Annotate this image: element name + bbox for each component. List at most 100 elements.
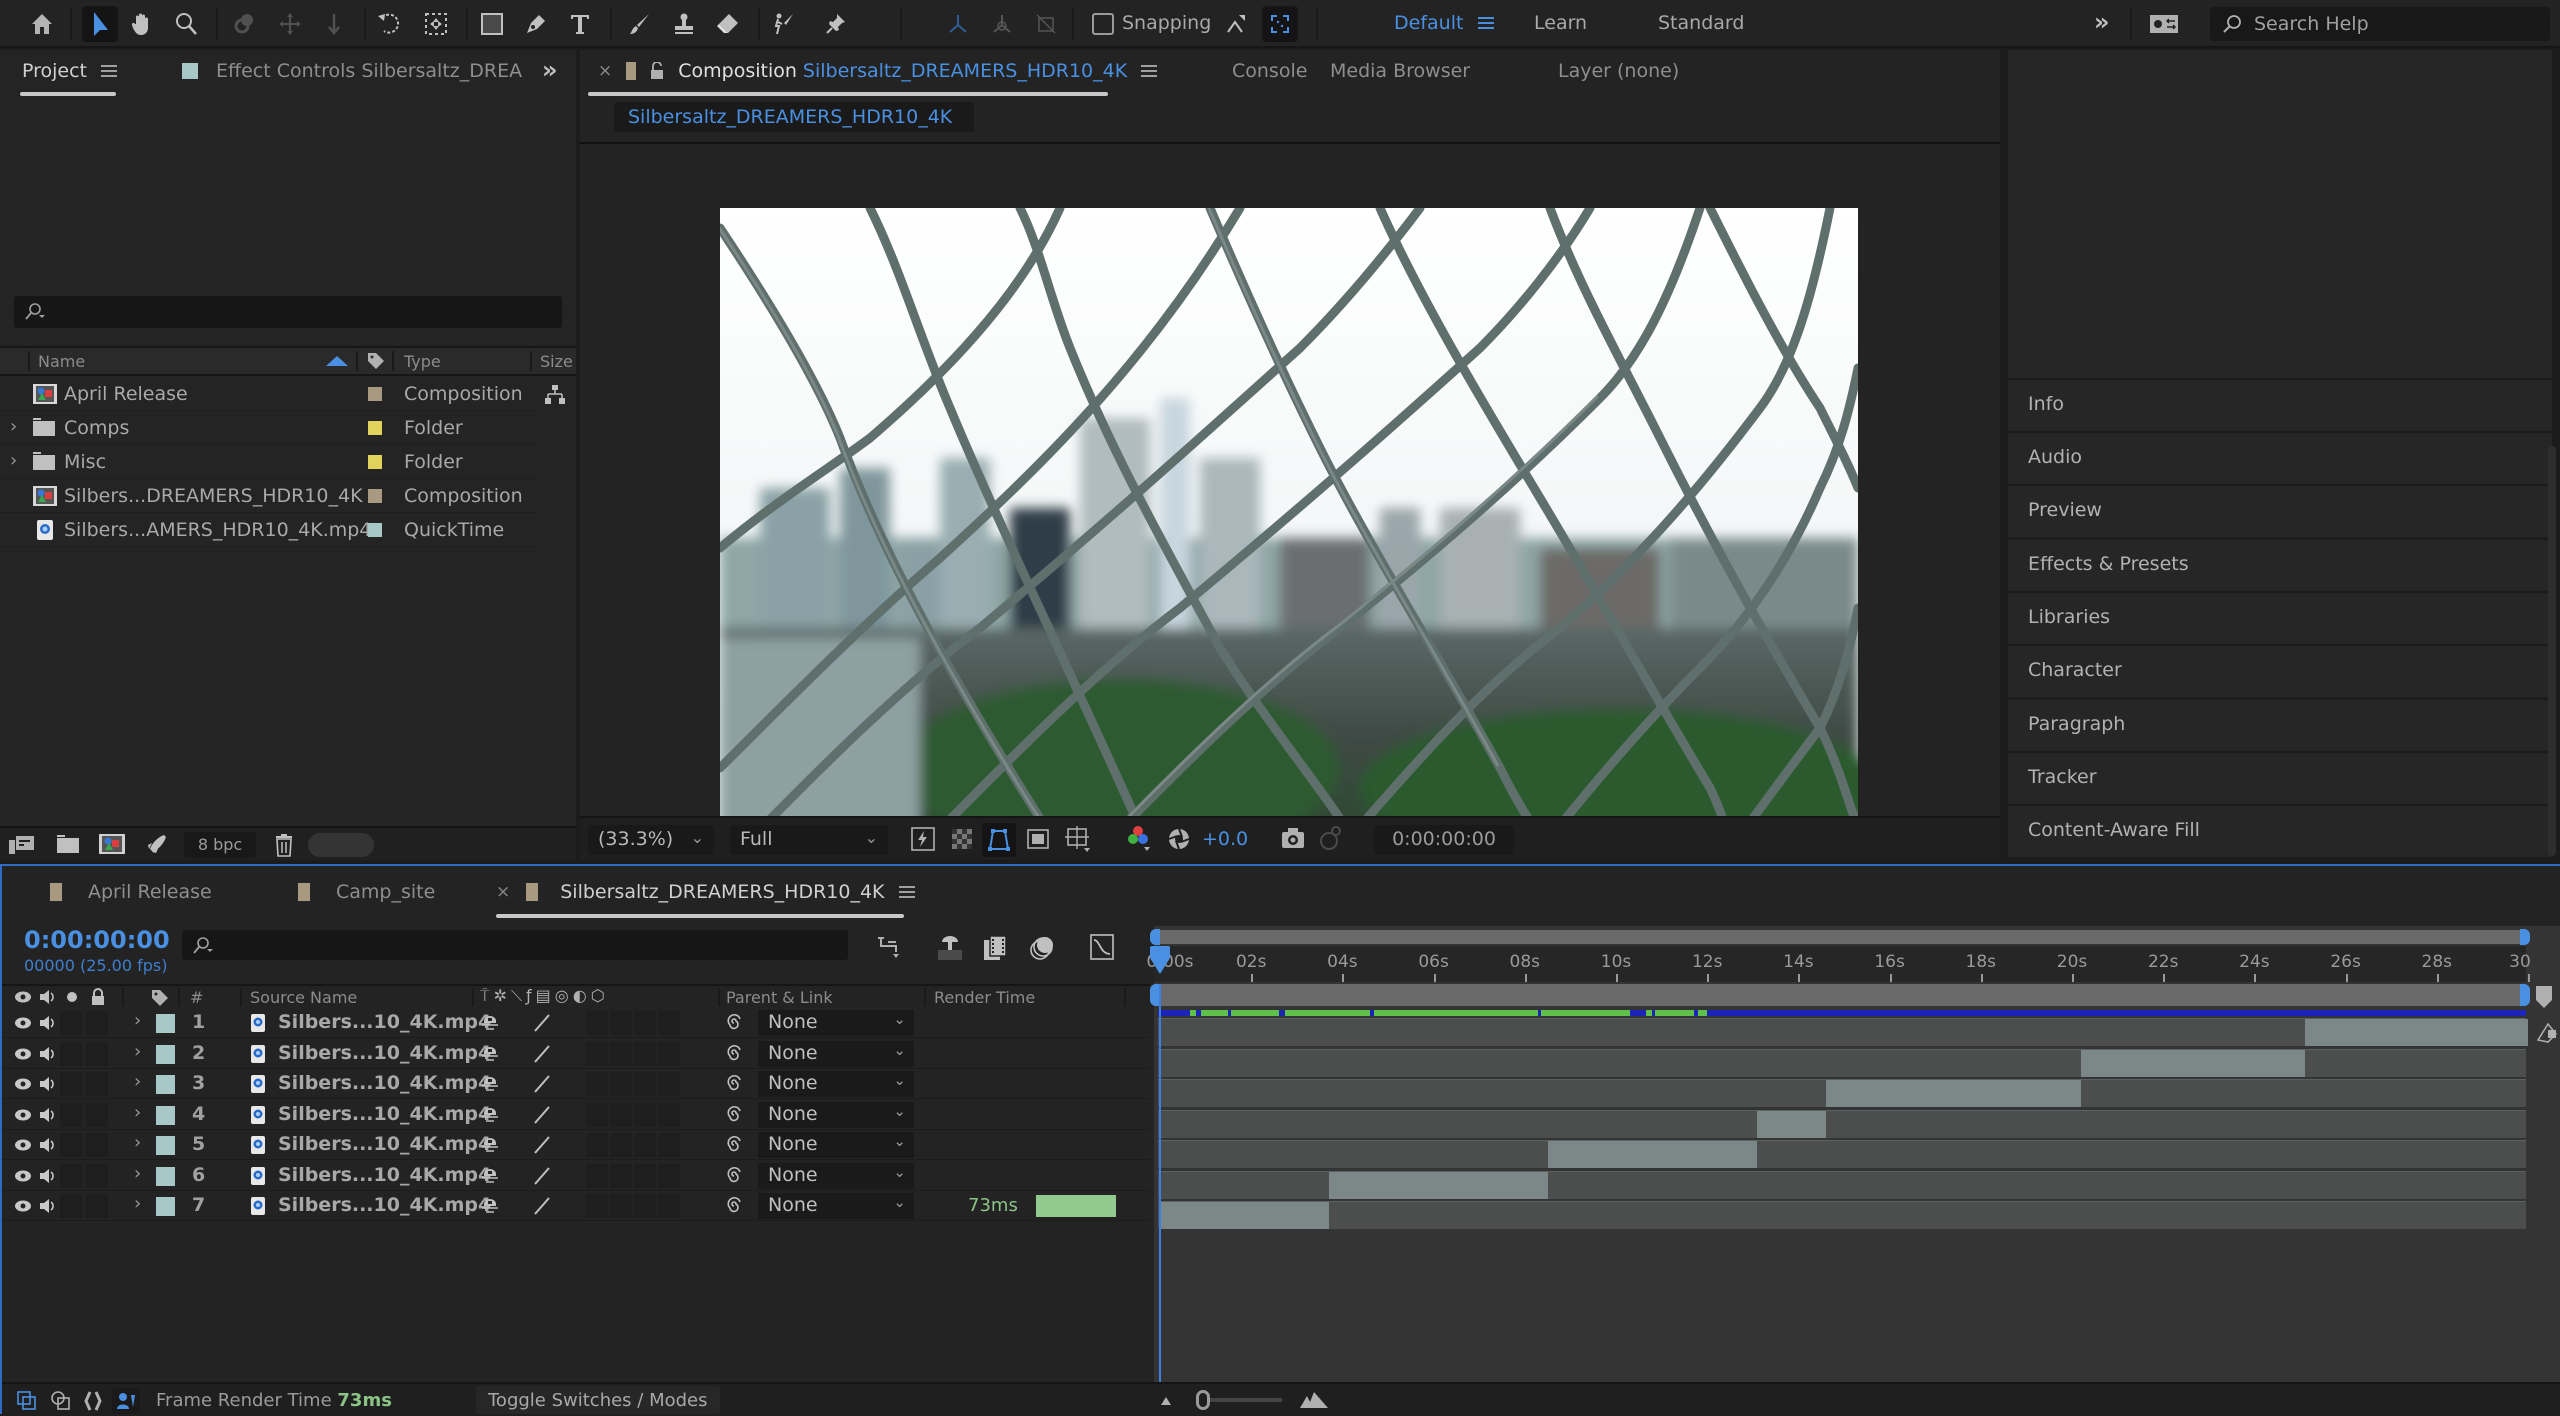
- audio-toggle-icon[interactable]: [38, 1045, 56, 1063]
- solo-toggle[interactable]: [60, 1194, 82, 1218]
- effect-switch[interactable]: [586, 1041, 608, 1066]
- timeline-search-input[interactable]: [182, 930, 848, 960]
- column-name[interactable]: Name: [38, 352, 85, 371]
- brush-tool-button[interactable]: [622, 6, 658, 42]
- layer-duration-bar[interactable]: [1825, 1080, 2082, 1107]
- work-area-start-handle[interactable]: [1150, 929, 1160, 945]
- layer-label-color[interactable]: [156, 1075, 175, 1094]
- layer-label-color[interactable]: [156, 1044, 175, 1064]
- region-of-interest-icon[interactable]: [1026, 827, 1050, 851]
- frame-blend-switch[interactable]: [610, 1133, 632, 1157]
- shy-layer-icon[interactable]: [480, 1105, 500, 1125]
- exposure-reset-icon[interactable]: [1166, 826, 1192, 852]
- mask-visibility-button[interactable]: [982, 823, 1016, 857]
- layer-source-name[interactable]: Silbers...10_4K.mp4: [278, 1194, 491, 1216]
- project-item[interactable]: › Comps Folder: [0, 412, 540, 445]
- panel-info[interactable]: Info: [2008, 380, 2552, 431]
- expand-chevron-icon[interactable]: ›: [10, 416, 17, 437]
- adjustment-layer-switch[interactable]: [658, 1072, 680, 1096]
- dolly-camera-button[interactable]: [316, 6, 352, 42]
- adjustment-layer-switch[interactable]: [658, 1194, 680, 1218]
- label-color-swatch[interactable]: [368, 387, 382, 401]
- timeline-zoom-slider[interactable]: [1198, 1398, 1282, 1402]
- lock-toggle[interactable]: [86, 1041, 108, 1066]
- column-size[interactable]: Size: [540, 352, 573, 371]
- quality-toggle-icon[interactable]: [532, 1013, 552, 1033]
- panel-menu-icon[interactable]: [101, 62, 118, 80]
- selection-tool-button[interactable]: [82, 6, 118, 42]
- parent-dropdown[interactable]: None ⌄: [758, 1132, 914, 1158]
- current-time-indicator-line[interactable]: [1159, 984, 1161, 1416]
- pan-camera-button[interactable]: [272, 6, 308, 42]
- fast-previews-icon[interactable]: [910, 826, 936, 852]
- time-navigator[interactable]: [1150, 984, 2530, 1006]
- lock-toggle[interactable]: [86, 1194, 108, 1218]
- adjustment-layer-switch[interactable]: [658, 1133, 680, 1157]
- quality-toggle-icon[interactable]: [532, 1044, 552, 1064]
- layer-row[interactable]: › 3 Silbers...10_4K.mp4 None ⌄: [2, 1069, 1150, 1099]
- snapping-checkbox[interactable]: [1092, 13, 1114, 35]
- lock-header-icon[interactable]: [90, 988, 106, 1006]
- video-visibility-icon[interactable]: [14, 1108, 32, 1122]
- motion-blur-switch[interactable]: [634, 1072, 656, 1096]
- audio-toggle-icon[interactable]: [38, 1167, 56, 1185]
- audio-toggle-icon[interactable]: [38, 1197, 56, 1215]
- workspace-menu-icon[interactable]: [1478, 14, 1494, 32]
- frame-blend-switch[interactable]: [610, 1041, 632, 1066]
- motion-blur-switch[interactable]: [634, 1133, 656, 1157]
- project-item[interactable]: Silbers...AMERS_HDR10_4K.mp4 QuickTime: [0, 514, 540, 547]
- thumbnail-toggle[interactable]: [308, 833, 374, 857]
- exposure-value[interactable]: +0.0: [1202, 828, 1248, 850]
- quality-toggle-icon[interactable]: [532, 1135, 552, 1155]
- layer-row[interactable]: › 1 Silbers...10_4K.mp4 None ⌄: [2, 1008, 1150, 1038]
- column-type[interactable]: Type: [404, 352, 441, 371]
- in-out-toggle-icon[interactable]: [84, 1390, 102, 1412]
- workspace-default[interactable]: Default: [1394, 12, 1463, 34]
- layer-switches-toggle-icon[interactable]: [16, 1390, 38, 1412]
- project-item[interactable]: April Release Composition: [0, 378, 565, 411]
- label-color-swatch[interactable]: [368, 421, 382, 435]
- comp-button-icon[interactable]: [2536, 1022, 2558, 1044]
- tab-effect-controls[interactable]: Effect Controls Silbersaltz_DREA: [182, 60, 522, 82]
- frame-blend-switch[interactable]: [610, 1163, 632, 1188]
- column-parent-link[interactable]: Parent & Link: [726, 988, 833, 1007]
- snap-features-button[interactable]: [1262, 6, 1298, 42]
- video-visibility-header-icon[interactable]: [14, 990, 32, 1004]
- layer-label-color[interactable]: [156, 1014, 175, 1033]
- zoom-out-icon[interactable]: [1158, 1394, 1174, 1406]
- pick-whip-icon[interactable]: [724, 1166, 744, 1186]
- expand-layer-chevron-icon[interactable]: ›: [134, 1041, 141, 1062]
- rectangle-tool-button[interactable]: [474, 6, 510, 42]
- audio-toggle-icon[interactable]: [38, 1014, 56, 1032]
- video-visibility-icon[interactable]: [14, 1199, 32, 1213]
- label-tag-icon[interactable]: [366, 351, 386, 371]
- world-axis-mode-button[interactable]: [984, 6, 1020, 42]
- layer-label-color[interactable]: [156, 1166, 175, 1186]
- tab-console[interactable]: Console: [1232, 60, 1307, 82]
- trash-icon[interactable]: [274, 833, 294, 857]
- motion-blur-switch[interactable]: [634, 1102, 656, 1127]
- panel-preview[interactable]: Preview: [2008, 486, 2552, 537]
- timeline-current-time[interactable]: 0:00:00:00: [24, 926, 170, 954]
- parent-dropdown[interactable]: None ⌄: [758, 1193, 914, 1219]
- motion-blur-switch[interactable]: [634, 1194, 656, 1218]
- more-panels-chevron-icon[interactable]: »: [542, 56, 558, 84]
- quality-toggle-icon[interactable]: [532, 1196, 552, 1216]
- adjustment-layer-switch[interactable]: [658, 1163, 680, 1188]
- video-visibility-icon[interactable]: [14, 1138, 32, 1152]
- pick-whip-icon[interactable]: [724, 1135, 744, 1155]
- parent-dropdown[interactable]: None ⌄: [758, 1101, 914, 1128]
- pen-tool-button[interactable]: [518, 6, 554, 42]
- workspace-standard[interactable]: Standard: [1658, 12, 1744, 34]
- frame-blending-icon[interactable]: [982, 934, 1010, 962]
- shy-layer-icon[interactable]: [480, 1044, 500, 1064]
- pan-behind-tool-button[interactable]: [418, 6, 454, 42]
- layer-duration-bar[interactable]: [1328, 1171, 1548, 1199]
- edit-workspaces-button[interactable]: [2146, 6, 2182, 42]
- column-source-name[interactable]: Source Name: [250, 988, 357, 1007]
- label-color-swatch[interactable]: [368, 489, 382, 503]
- current-time-display[interactable]: 0:00:00:00: [1374, 825, 1514, 855]
- panel-content-aware-fill[interactable]: Content-Aware Fill: [2008, 806, 2552, 857]
- layer-source-name[interactable]: Silbers...10_4K.mp4: [278, 1042, 491, 1064]
- orbit-camera-button[interactable]: [228, 6, 264, 42]
